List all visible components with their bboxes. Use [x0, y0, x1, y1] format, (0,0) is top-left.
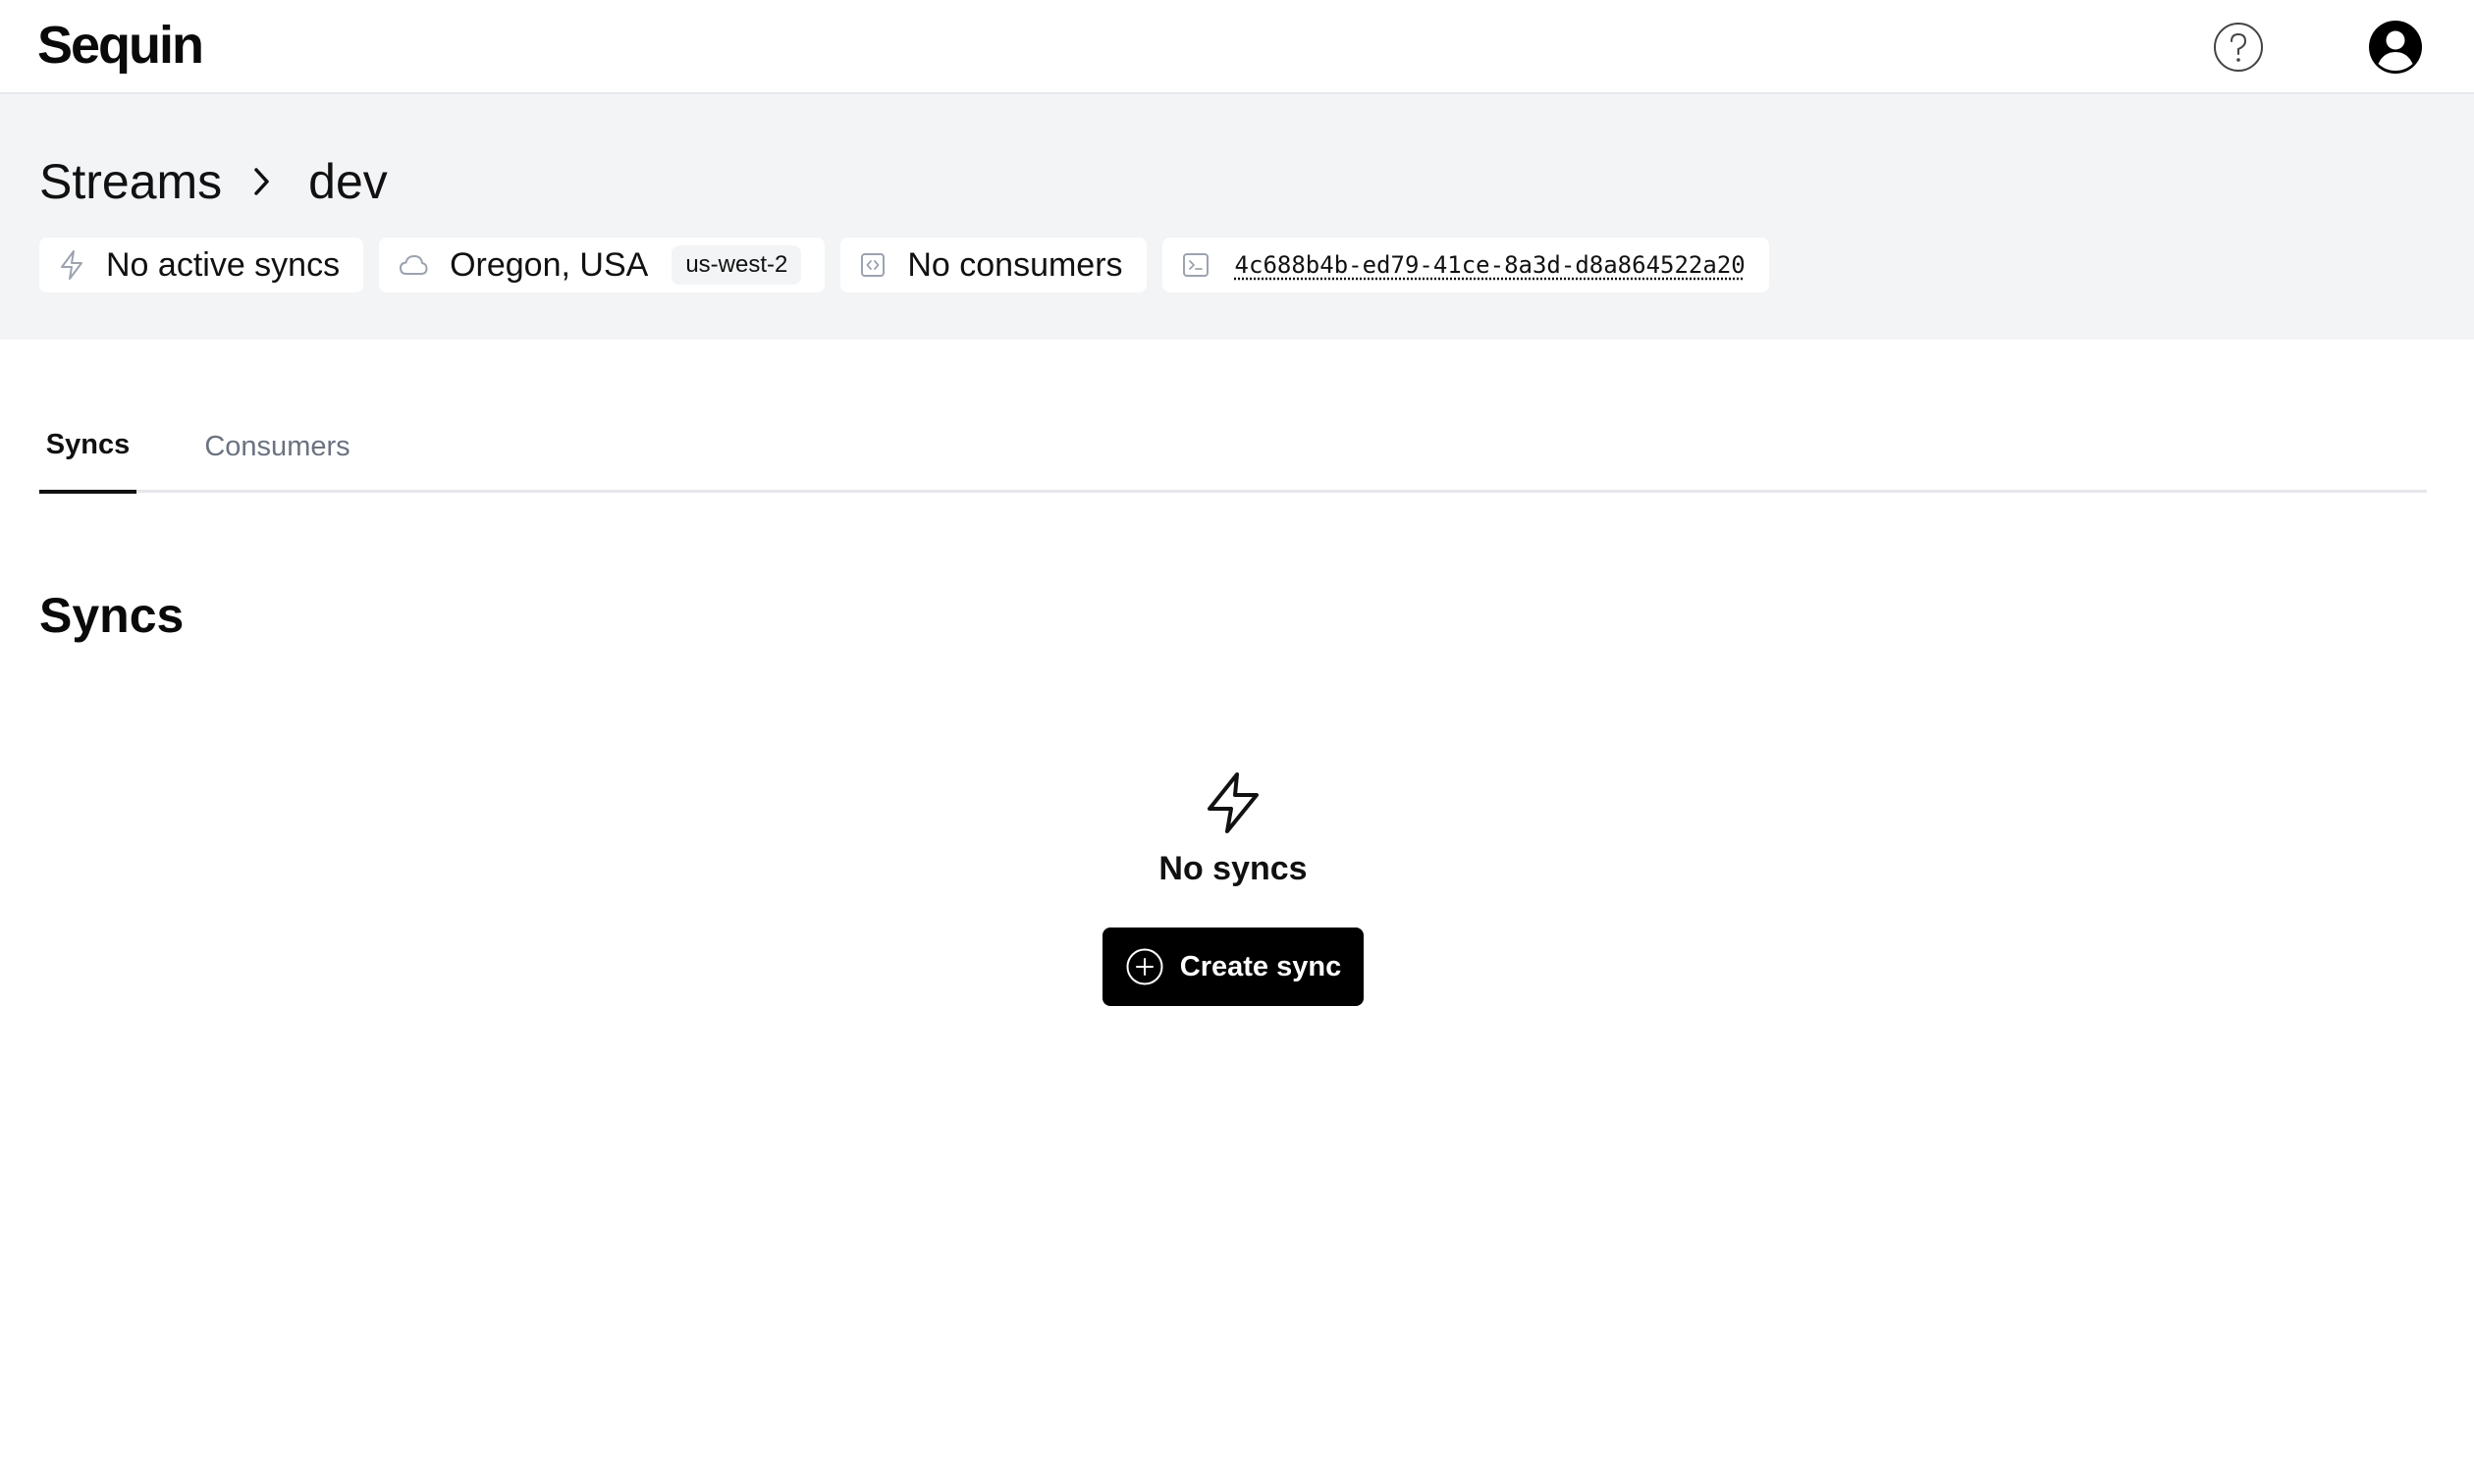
region-label: Oregon, USA — [450, 245, 649, 284]
top-bar: Sequin — [0, 0, 2474, 94]
breadcrumb: Streams dev — [39, 147, 388, 216]
active-syncs-badge: No active syncs — [39, 238, 364, 292]
section-title: Syncs — [39, 588, 185, 643]
tab-consumers[interactable]: Consumers — [204, 400, 350, 493]
stream-header: Streams dev No active syncs Oregon, USA … — [0, 94, 2474, 340]
user-circle-icon — [2369, 21, 2422, 74]
help-button[interactable] — [2213, 22, 2264, 73]
create-sync-button[interactable]: Create sync — [1103, 928, 1364, 1006]
help-circle-icon — [2214, 23, 2263, 72]
cloud-icon — [399, 254, 428, 276]
region-code: us-west-2 — [672, 245, 802, 285]
terminal-icon — [1182, 252, 1210, 278]
chevron-right-icon — [251, 165, 273, 198]
stream-badges: No active syncs Oregon, USA us-west-2 No… — [39, 238, 1769, 292]
code-box-icon — [860, 252, 886, 278]
breadcrumb-streams-link[interactable]: Streams — [39, 153, 222, 210]
stream-id-badge: 4c688b4b-ed79-41ce-8a3d-d8a864522a20 — [1161, 238, 1769, 292]
empty-state: No syncs Create sync — [0, 771, 2466, 1006]
create-sync-label: Create sync — [1179, 950, 1342, 982]
consumers-label: No consumers — [907, 245, 1123, 284]
plus-circle-icon — [1125, 947, 1164, 986]
stream-id-copy[interactable]: 4c688b4b-ed79-41ce-8a3d-d8a864522a20 — [1235, 251, 1746, 279]
tab-bar: Syncs Consumers — [39, 400, 2427, 494]
breadcrumb-current: dev — [308, 154, 388, 209]
empty-state-title: No syncs — [1158, 850, 1308, 887]
region-badge: Oregon, USA us-west-2 — [379, 238, 826, 292]
account-button[interactable] — [2368, 20, 2423, 75]
active-syncs-label: No active syncs — [106, 245, 341, 284]
app-logo[interactable]: Sequin — [37, 14, 204, 77]
consumers-badge: No consumers — [840, 238, 1147, 292]
bolt-icon — [1208, 772, 1259, 833]
bolt-icon — [59, 249, 84, 281]
tab-syncs[interactable]: Syncs — [39, 400, 136, 494]
